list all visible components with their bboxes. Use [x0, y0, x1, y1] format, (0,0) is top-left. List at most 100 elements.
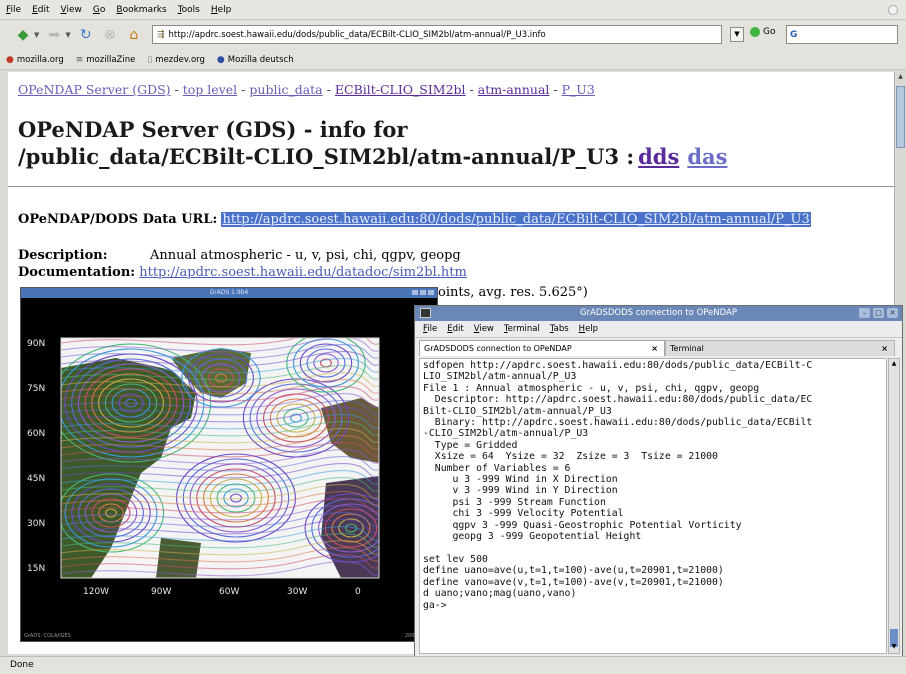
tab-terminal[interactable]: Terminal × [665, 340, 895, 356]
south-america-landmass [156, 538, 201, 578]
scroll-down-icon[interactable]: ▼ [890, 643, 898, 652]
terminal-menu-view[interactable]: View [474, 324, 494, 334]
terminal-menu-terminal[interactable]: Terminal [504, 324, 540, 334]
search-engine-icon: G [790, 29, 798, 40]
mozilla-icon: ● [6, 54, 14, 65]
breadcrumb-link[interactable]: atm-annual [478, 82, 550, 97]
streamline-map: 90N 75N 60N 45N 30N 15N 120W 90W 60W 30W 0 [27, 337, 380, 597]
terminal-menu-tabs[interactable]: Tabs [550, 324, 569, 334]
menu-file[interactable]: File [6, 5, 21, 15]
terminal-icon [420, 308, 431, 318]
search-input[interactable]: G [786, 25, 898, 44]
reload-icon[interactable]: ↻ [75, 24, 97, 46]
tab-label: GrADSDODS connection to OPeNDAP [424, 344, 572, 353]
terminal-menu-help[interactable]: Help [579, 324, 598, 334]
terminal-tabs: GrADSDODS connection to OPeNDAP × Termin… [415, 338, 902, 356]
url-bar[interactable]: ⇶ http://apdrc.soest.hawaii.edu/dods/pub… [152, 25, 722, 44]
maximize-icon[interactable] [420, 290, 426, 295]
data-url-link[interactable]: http://apdrc.soest.hawaii.edu:80/dods/pu… [221, 212, 811, 227]
menu-view[interactable]: View [61, 5, 82, 15]
tab-label: Terminal [670, 344, 704, 353]
site-icon: ⇶ [157, 29, 165, 40]
close-tab-icon[interactable]: × [651, 344, 658, 356]
longitude-label: 60W [219, 587, 239, 597]
longitude-label: 120W [83, 587, 109, 597]
url-dropdown-icon[interactable]: ▼ [730, 27, 744, 42]
data-url-label: OPeNDAP/DODS Data URL: [18, 212, 218, 227]
longitude-label: 30W [287, 587, 307, 597]
bookmark-mezdev[interactable]: ▯ mezdev.org [147, 55, 205, 65]
menu-bookmarks[interactable]: Bookmarks [116, 5, 166, 15]
terminal-window[interactable]: GrADSDODS connection to OPeNDAP – □ ✕ File… [414, 305, 903, 658]
breadcrumb-link[interactable]: P_U3 [562, 82, 595, 97]
breadcrumb-link[interactable]: ECBilt-CLIO_SIM2bl [335, 82, 466, 97]
dds-link[interactable]: dds [638, 144, 679, 169]
latitude-label: 45N [27, 474, 45, 484]
latitude-label: 75N [27, 384, 45, 394]
latitude-label: 90N [27, 339, 45, 349]
latitude-label: 15N [27, 564, 45, 574]
page-icon: ▯ [147, 54, 153, 65]
description-label: Description: [18, 248, 108, 263]
back-icon[interactable]: ◆ [12, 24, 34, 46]
terminal-title: GrADSDODS connection to OPeNDAP [580, 308, 737, 318]
bookmark-label: mezdev.org [155, 54, 205, 65]
menu-edit[interactable]: Edit [32, 5, 49, 15]
mozilla-icon: ● [216, 54, 225, 65]
scroll-thumb[interactable] [896, 86, 905, 148]
minimize-icon[interactable] [412, 290, 418, 295]
page-title-line2: /public_data/ECBilt-CLIO_SIM2bl/atm-annu… [18, 144, 635, 169]
divider [8, 186, 894, 187]
stop-icon[interactable]: ⊗ [99, 24, 121, 46]
home-icon[interactable]: ⌂ [123, 24, 145, 46]
breadcrumb-link[interactable]: public_data [249, 82, 322, 97]
bookmark-mozillazine[interactable]: ≡ mozillaZine [76, 55, 136, 65]
minimize-icon[interactable]: – [859, 308, 870, 318]
terminal-menu-file[interactable]: File [423, 324, 437, 334]
breadcrumb-link[interactable]: OPeNDAP Server (GDS) [18, 82, 171, 97]
longitude-label: 90W [151, 587, 171, 597]
bookmark-label: mozillaZine [86, 54, 136, 65]
terminal-menu-bar: File Edit View Terminal Tabs Help [415, 321, 902, 338]
grads-plot-window[interactable]: GrADS 1.9b4 90N 75N 60N 45N 30N 15N 120W 90W 60… [20, 287, 438, 642]
terminal-menu-edit[interactable]: Edit [447, 324, 463, 334]
terminal-output[interactable]: sdfopen http://apdrc.soest.hawaii.edu:80… [419, 358, 887, 654]
menu-tools[interactable]: Tools [178, 5, 200, 15]
documentation-label: Documentation: [18, 265, 136, 280]
breadcrumb-link[interactable]: top level [183, 82, 237, 97]
close-icon[interactable] [428, 290, 434, 295]
forward-icon[interactable]: ➡ [43, 24, 65, 46]
bookmark-mozilla-deutsch[interactable]: ● Mozilla deutsch [217, 55, 294, 65]
data-url-row: OPeNDAP/DODS Data URL: http://apdrc.soes… [18, 212, 811, 227]
go-button[interactable]: Go [750, 27, 775, 37]
menu-help[interactable]: Help [211, 5, 232, 15]
status-bar: Done [0, 656, 906, 674]
bookmark-mozilla-org[interactable]: ● mozilla.org [6, 55, 64, 65]
navigation-toolbar: ◆ ▼ ➡ ▼ ↻ ⊗ ⌂ ⇶ http://apdrc.soest.hawaii.… [0, 20, 906, 50]
tab-grads-connection[interactable]: GrADSDODS connection to OPeNDAP × [419, 340, 665, 356]
plot-window-title: GrADS 1.9b4 [209, 289, 249, 296]
forward-dropdown-icon[interactable]: ▼ [65, 31, 70, 39]
documentation-link[interactable]: http://apdrc.soest.hawaii.edu/datadoc/si… [139, 265, 467, 280]
close-tab-icon[interactable]: × [881, 344, 888, 356]
page-title-line1: OPeNDAP Server (GDS) - info for [18, 117, 408, 142]
scroll-up-icon[interactable]: ▲ [896, 73, 905, 83]
terminal-scrollbar[interactable]: ▲ ▼ [888, 358, 900, 654]
plot-window-titlebar[interactable]: GrADS 1.9b4 [21, 288, 437, 298]
bookmark-label: mozilla.org [16, 54, 64, 65]
close-icon[interactable]: ✕ [887, 308, 898, 318]
bookmark-label: Mozilla deutsch [227, 54, 294, 65]
page-title: OPeNDAP Server (GDS) - info for /public_… [18, 116, 878, 170]
maximize-icon[interactable]: □ [873, 308, 884, 318]
latitude-label: 60N [27, 429, 45, 439]
das-link[interactable]: das [687, 144, 727, 169]
scroll-up-icon[interactable]: ▲ [890, 360, 898, 369]
back-dropdown-icon[interactable]: ▼ [34, 31, 39, 39]
menu-bar: File Edit View Go Bookmarks Tools Help [0, 0, 906, 20]
url-text: http://apdrc.soest.hawaii.edu/dods/publi… [168, 29, 546, 40]
longitude-label: 0 [355, 587, 361, 597]
latitude-label: 30N [27, 519, 45, 529]
bookmarks-toolbar: ● mozilla.org ≡ mozillaZine ▯ mezdev.org ● M… [0, 50, 906, 70]
terminal-titlebar[interactable]: GrADSDODS connection to OPeNDAP – □ ✕ [415, 306, 902, 321]
menu-go[interactable]: Go [93, 5, 106, 15]
